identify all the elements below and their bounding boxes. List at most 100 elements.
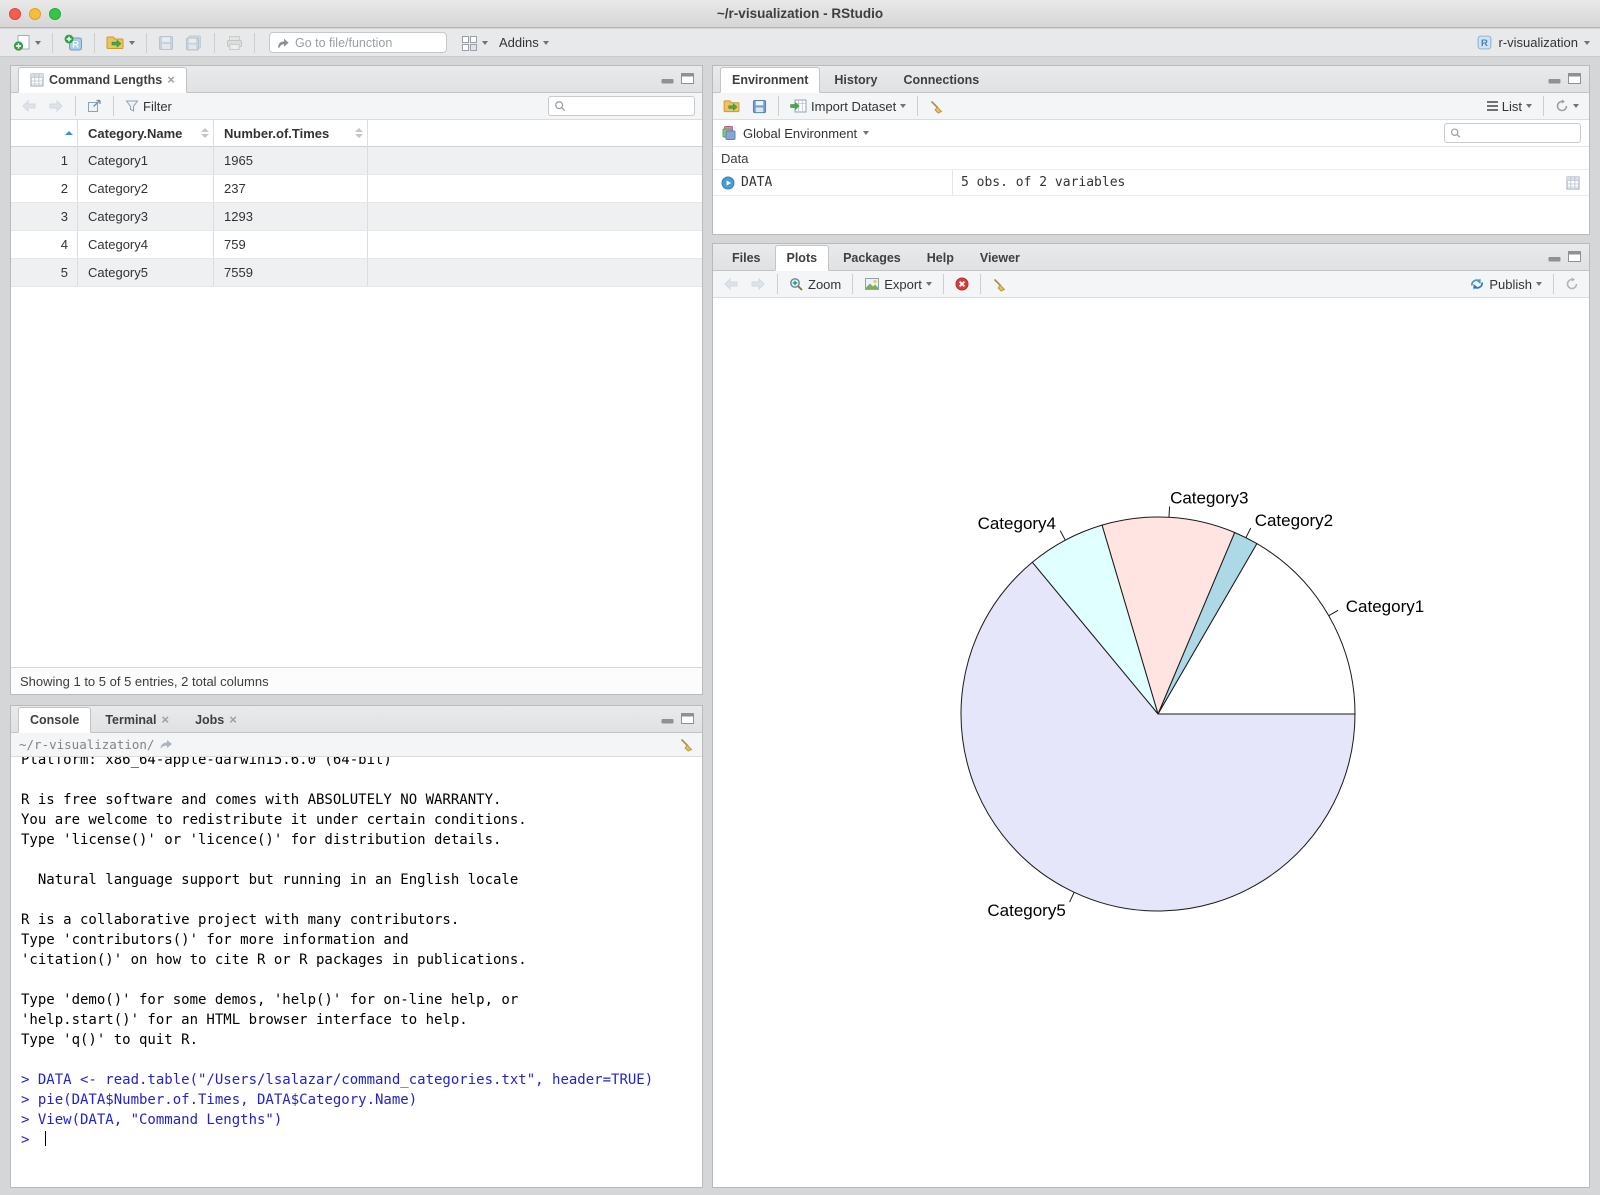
maximize-pane-icon[interactable] <box>1568 251 1581 262</box>
column-header-category-name[interactable]: Category.Name <box>78 119 214 147</box>
export-image-icon <box>865 278 880 290</box>
maximize-pane-icon[interactable] <box>1568 73 1581 84</box>
clear-plots-button[interactable] <box>989 275 1010 294</box>
maximize-pane-icon[interactable] <box>681 713 694 724</box>
table-body: 1 Category1 1965 2 Category2 237 3 Categ… <box>11 147 702 287</box>
expand-object-icon[interactable] <box>721 176 735 190</box>
environment-entry[interactable]: DATA 5 obs. of 2 variables <box>713 169 1589 196</box>
number-of-times-cell: 237 <box>214 175 368 202</box>
project-selector[interactable]: R r-visualization <box>1476 34 1590 51</box>
tab-history[interactable]: History <box>822 68 889 92</box>
goto-directory-icon[interactable] <box>159 739 173 751</box>
clear-console-broom-icon[interactable] <box>679 737 694 752</box>
previous-plot-button[interactable] <box>720 276 742 292</box>
tab-console[interactable]: Console <box>18 707 92 733</box>
forward-arrow-icon <box>751 278 765 290</box>
save-all-button[interactable] <box>182 33 206 53</box>
next-plot-button[interactable] <box>747 276 769 292</box>
panes-layout-button[interactable] <box>458 33 491 53</box>
list-view-button[interactable]: List <box>1484 97 1535 116</box>
minimize-pane-icon[interactable] <box>661 73 674 84</box>
refresh-icon <box>1566 277 1578 290</box>
row-number-cell: 1 <box>11 147 78 174</box>
tab-files[interactable]: Files <box>720 246 773 270</box>
tab-jobs[interactable]: Jobs × <box>183 708 249 732</box>
zoom-plot-button[interactable]: Zoom <box>786 275 844 294</box>
chevron-down-icon <box>1536 282 1542 286</box>
working-directory[interactable]: ~/r-visualization/ <box>19 737 154 752</box>
console-line: 'citation()' on how to cite R or R packa… <box>21 952 527 968</box>
console-output[interactable]: Platform: x86_64-apple-darwin15.6.0 (64-… <box>11 757 702 1188</box>
close-icon[interactable]: × <box>229 713 237 726</box>
category-name-cell: Category3 <box>78 203 214 230</box>
close-icon[interactable]: × <box>167 73 175 86</box>
environment-search-box[interactable] <box>1444 123 1581 143</box>
popout-button[interactable] <box>84 97 105 115</box>
new-file-button[interactable] <box>10 32 44 54</box>
row-number-header[interactable] <box>11 119 78 147</box>
console-line: R is free software and comes with ABSOLU… <box>21 792 502 808</box>
minimize-pane-icon[interactable] <box>661 713 674 724</box>
svg-text:R: R <box>1481 38 1488 49</box>
toolbar-divider <box>146 32 147 53</box>
sort-toggle-icon[interactable] <box>201 128 209 138</box>
print-button[interactable] <box>223 33 246 53</box>
maximize-pane-icon[interactable] <box>681 73 694 84</box>
tab-plots[interactable]: Plots <box>774 245 830 271</box>
open-file-button[interactable] <box>103 33 138 52</box>
new-project-button[interactable]: R <box>61 32 86 54</box>
tab-command-lengths[interactable]: Command Lengths × <box>18 67 187 93</box>
table-search-box[interactable] <box>548 96 695 116</box>
pie-label-tick <box>1328 609 1339 617</box>
plots-tabbar: Files Plots Packages Help Viewer <box>713 244 1589 271</box>
remove-plot-button[interactable] <box>952 275 972 293</box>
view-table-icon[interactable] <box>1565 176 1581 190</box>
sort-toggle-icon[interactable] <box>355 128 363 138</box>
table-search-input[interactable] <box>570 99 680 113</box>
console-prompt-line[interactable]: > <box>21 1130 702 1150</box>
save-icon <box>752 99 767 113</box>
close-icon[interactable]: × <box>161 713 169 726</box>
save-workspace-button[interactable] <box>749 97 770 116</box>
publish-button[interactable]: Publish <box>1466 275 1545 294</box>
forward-button[interactable] <box>45 98 67 114</box>
environment-search-input[interactable] <box>1465 126 1575 140</box>
toolbar-divider <box>94 32 95 53</box>
tab-help[interactable]: Help <box>915 246 966 270</box>
console-path-bar: ~/r-visualization/ <box>11 733 702 757</box>
column-header-number-of-times[interactable]: Number.of.Times <box>214 119 368 147</box>
toolbar-divider <box>917 96 919 116</box>
zoom-magnifier-icon <box>790 277 803 291</box>
minimize-pane-icon[interactable] <box>1548 251 1561 262</box>
clear-environment-button[interactable] <box>926 97 947 116</box>
broom-icon <box>931 100 943 114</box>
category-name-cell: Category5 <box>78 259 214 286</box>
table-header: Category.Name Number.of.Times <box>11 119 702 147</box>
refresh-plot-button[interactable] <box>1562 275 1582 293</box>
refresh-environment-button[interactable] <box>1552 97 1582 115</box>
tab-environment[interactable]: Environment <box>720 67 821 93</box>
number-of-times-cell: 7559 <box>214 259 368 286</box>
tab-packages[interactable]: Packages <box>831 246 913 270</box>
save-button[interactable] <box>155 33 177 53</box>
import-dataset-button[interactable]: Import Dataset <box>787 97 909 116</box>
broom-icon <box>993 278 1006 292</box>
chevron-down-icon <box>863 131 870 135</box>
addins-button[interactable]: Addins <box>496 33 552 52</box>
tab-connections[interactable]: Connections <box>891 68 991 92</box>
save-all-icon <box>186 35 201 50</box>
object-description: 5 obs. of 2 variables <box>952 169 1125 196</box>
scope-selector[interactable]: Global Environment <box>743 126 857 141</box>
export-plot-button[interactable]: Export <box>861 275 935 294</box>
back-button[interactable] <box>18 98 40 114</box>
filter-button[interactable]: Filter <box>122 97 175 116</box>
goto-file-input[interactable] <box>295 35 425 50</box>
minimize-pane-icon[interactable] <box>1548 73 1561 84</box>
load-workspace-button[interactable] <box>720 97 744 115</box>
open-folder-icon <box>106 36 124 49</box>
tab-terminal[interactable]: Terminal × <box>93 708 181 732</box>
tab-viewer[interactable]: Viewer <box>968 246 1032 270</box>
goto-file-search[interactable] <box>269 32 447 53</box>
row-number-cell: 3 <box>11 203 78 230</box>
number-of-times-cell: 759 <box>214 231 368 258</box>
